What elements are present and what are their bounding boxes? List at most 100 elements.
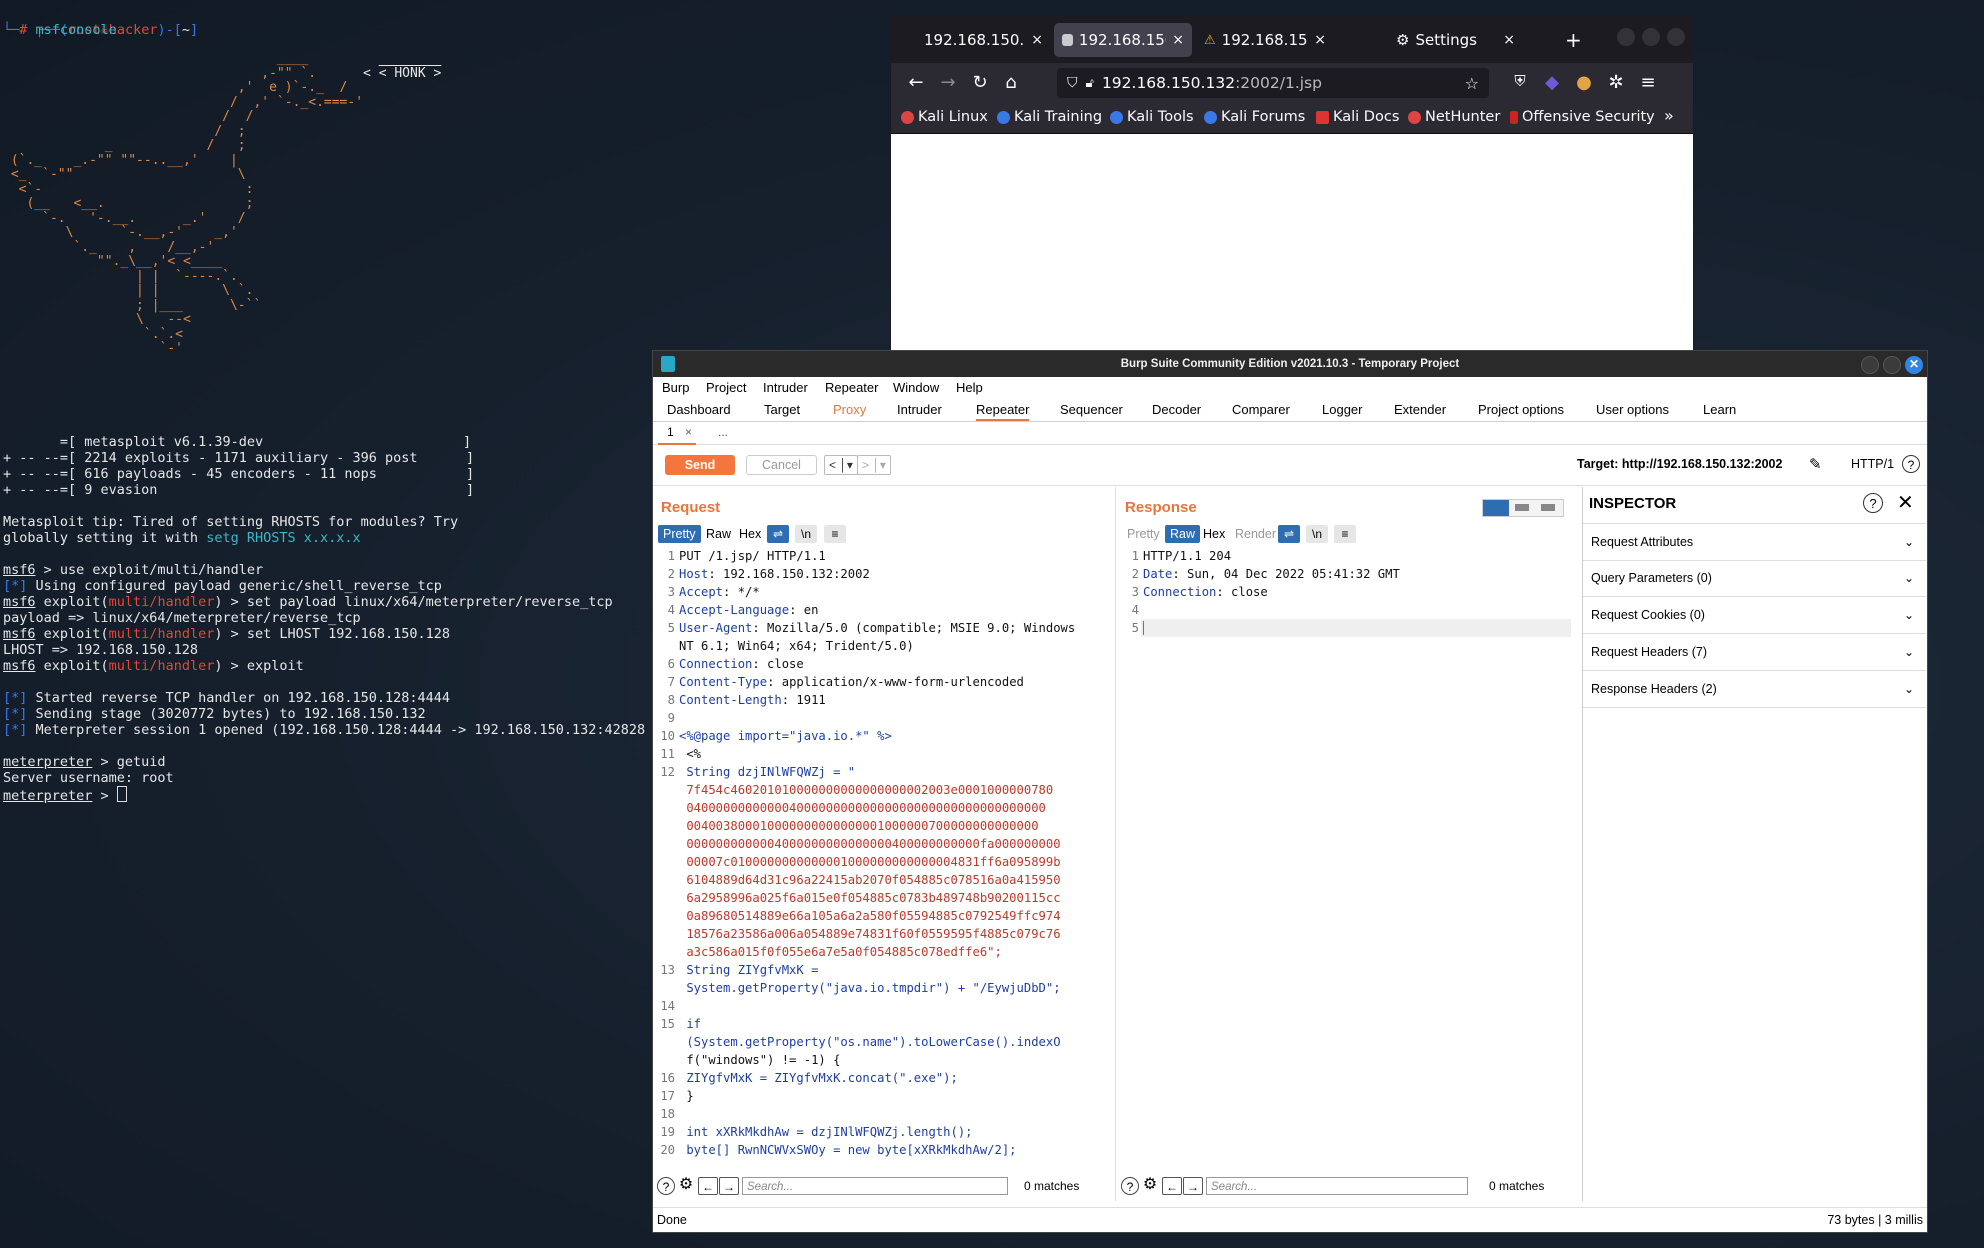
tab-close-button[interactable]: × [1031, 32, 1043, 48]
tab-dashboard[interactable]: Dashboard [667, 402, 731, 417]
minimize-button[interactable] [1617, 28, 1635, 46]
response-hex-tab[interactable]: Hex [1198, 525, 1230, 543]
tab-logger[interactable]: Logger [1322, 402, 1362, 417]
inspector-request-cookies[interactable]: Request Cookies (0) ⌄ [1583, 597, 1926, 634]
show-newlines-button[interactable]: \n [1306, 525, 1328, 543]
response-render-tab[interactable]: Render [1230, 525, 1281, 543]
inspector-query-parameters[interactable]: Query Parameters (0) ⌄ [1583, 560, 1926, 597]
help-icon[interactable]: ? [1121, 1177, 1139, 1195]
tab-intruder[interactable]: Intruder [897, 402, 942, 417]
menu-intruder[interactable]: Intruder [763, 380, 808, 395]
new-tab-button[interactable]: + [1557, 23, 1582, 57]
response-pretty-tab[interactable]: Pretty [1122, 525, 1165, 543]
new-repeater-tab-button[interactable]: ... [718, 425, 728, 439]
current-prompt-line[interactable]: meterpreter > [3, 786, 127, 804]
history-back-button[interactable]: < │▾ [824, 455, 858, 475]
maximize-button[interactable] [1642, 28, 1660, 46]
history-forward-button[interactable]: > │▾ [857, 455, 891, 475]
tab-user-options[interactable]: User options [1596, 402, 1669, 417]
tab-proxy[interactable]: Proxy [833, 402, 866, 417]
inspector-request-headers[interactable]: Request Headers (7) ⌄ [1583, 634, 1926, 671]
browser-tab-1[interactable]: 192.168.150.132:2 × [916, 23, 1051, 57]
response-search-input[interactable]: Search... [1206, 1177, 1468, 1195]
cookie-extension-icon[interactable]: ● [1573, 72, 1595, 93]
back-icon[interactable]: ← [905, 72, 927, 93]
cancel-button[interactable]: Cancel [746, 455, 817, 475]
pane-menu-icon[interactable]: ≡ [1334, 525, 1356, 543]
wrap-lines-icon[interactable]: ⇌ [1278, 525, 1300, 543]
tab-decoder[interactable]: Decoder [1152, 402, 1201, 417]
search-prev-icon[interactable]: ← [1162, 1177, 1182, 1195]
tab-close-button[interactable]: × [1172, 32, 1184, 48]
bookmark-offensive-security[interactable]: Offensive Security [1510, 109, 1655, 125]
request-hex-tab[interactable]: Hex [734, 525, 766, 543]
send-button[interactable]: Send [665, 455, 735, 475]
close-icon[interactable]: ✕ [1897, 490, 1914, 515]
page-content-area[interactable] [891, 134, 1693, 351]
help-icon[interactable]: ? [1902, 455, 1920, 473]
tab-comparer[interactable]: Comparer [1232, 402, 1290, 417]
bookmark-nethunter[interactable]: NetHunter [1408, 109, 1500, 125]
command-line: └─# msfconsole [3, 22, 117, 38]
menu-project[interactable]: Project [706, 380, 746, 395]
tab-project-options[interactable]: Project options [1478, 402, 1564, 417]
tab-sequencer[interactable]: Sequencer [1060, 402, 1123, 417]
browser-tab-2[interactable]: 192.168.150.13 × [1054, 23, 1192, 57]
close-window-button[interactable] [1667, 28, 1685, 46]
tab-learn[interactable]: Learn [1703, 402, 1736, 417]
show-newlines-button[interactable]: \n [795, 525, 817, 543]
menu-help[interactable]: Help [956, 380, 983, 395]
firefox-window[interactable]: 192.168.150.132:2 × 192.168.150.13 × ⚠ 1… [890, 15, 1694, 352]
http-version-label[interactable]: HTTP/1 [1851, 457, 1894, 471]
url-bar[interactable]: ⛉ 🔓︎ 192.168.150.132:2002/1.jsp ☆ [1057, 68, 1489, 98]
wrap-lines-icon[interactable]: ⇌ [767, 525, 789, 543]
tab-target[interactable]: Target [764, 402, 800, 417]
maximize-button[interactable] [1883, 356, 1901, 374]
forward-icon[interactable]: → [937, 72, 959, 93]
pocket-icon[interactable]: ⛨ [1509, 72, 1531, 90]
menu-burp[interactable]: Burp [662, 380, 689, 395]
pane-menu-icon[interactable]: ≡ [824, 525, 846, 543]
repeater-tab-1[interactable]: 1 × [658, 422, 696, 445]
help-icon[interactable]: ? [657, 1177, 675, 1195]
search-next-icon[interactable]: → [719, 1177, 739, 1195]
extension-cube-icon[interactable]: ◆ [1541, 72, 1563, 93]
close-window-button[interactable]: ✕ [1905, 356, 1923, 374]
bookmark-kali-tools[interactable]: Kali Tools [1110, 109, 1194, 125]
search-next-icon[interactable]: → [1183, 1177, 1203, 1195]
request-search-input[interactable]: Search... [742, 1177, 1008, 1195]
response-raw-tab[interactable]: Raw [1165, 525, 1201, 543]
bookmark-kali-training[interactable]: Kali Training [997, 109, 1102, 125]
tab-close-button[interactable]: × [1314, 32, 1326, 48]
settings-gear-icon[interactable]: ⚙ [677, 1177, 695, 1195]
menu-repeater[interactable]: Repeater [825, 380, 878, 395]
tab-close-button[interactable]: × [1503, 32, 1515, 48]
request-pretty-tab[interactable]: Pretty [658, 525, 701, 543]
reload-icon[interactable]: ↻ [969, 72, 991, 93]
search-prev-icon[interactable]: ← [698, 1177, 718, 1195]
request-raw-tab[interactable]: Raw [701, 525, 736, 543]
bookmark-kali-linux[interactable]: Kali Linux [901, 109, 988, 125]
edit-pencil-icon[interactable]: ✎ [1809, 455, 1822, 473]
burp-suite-window[interactable]: Burp Suite Community Edition v2021.10.3 … [652, 350, 1928, 1233]
tab-extender[interactable]: Extender [1394, 402, 1446, 417]
inspector-response-headers[interactable]: Response Headers (2) ⌄ [1583, 671, 1926, 708]
menu-window[interactable]: Window [893, 380, 939, 395]
tab-repeater[interactable]: Repeater [976, 402, 1030, 421]
browser-tab-settings[interactable]: ⚙ Settings × [1388, 23, 1523, 57]
inspector-request-attributes[interactable]: Request Attributes ⌄ [1583, 523, 1926, 561]
bookmark-kali-docs[interactable]: Kali Docs [1316, 109, 1399, 125]
minimize-button[interactable] [1861, 356, 1879, 374]
home-icon[interactable]: ⌂ [1000, 72, 1022, 93]
bookmark-star-icon[interactable]: ☆ [1465, 74, 1479, 93]
bookmark-kali-forums[interactable]: Kali Forums [1204, 109, 1305, 125]
help-icon[interactable]: ? [1863, 493, 1883, 513]
repeater-tab-close-button[interactable]: × [685, 425, 692, 439]
settings-gear-icon[interactable]: ⚙ [1141, 1177, 1159, 1195]
more-bookmarks-button[interactable]: » [1664, 106, 1674, 125]
response-editor[interactable]: 1 HTTP/1.1 204 2 Date: Sun, 04 Dec 2022 05:… [1121, 547, 1573, 1173]
hamburger-menu-icon[interactable]: ≡ [1637, 72, 1659, 93]
browser-tab-3[interactable]: ⚠ 192.168.150.13 × [1196, 23, 1334, 57]
request-editor[interactable]: 1 PUT /1.jsp/ HTTP/1.1 2 Host: 192.168.150.… [657, 547, 1109, 1173]
extensions-icon[interactable]: ✲ [1605, 72, 1627, 93]
